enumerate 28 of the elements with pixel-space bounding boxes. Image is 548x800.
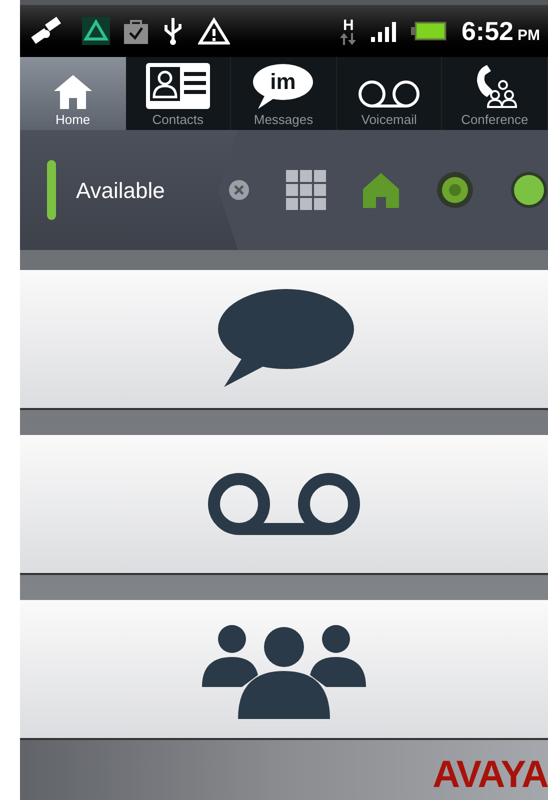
clock-time: 6:52	[461, 14, 514, 48]
warning-icon	[198, 17, 230, 45]
contact-card-icon	[146, 63, 210, 109]
home-icon	[54, 75, 92, 109]
shopping-bag-icon	[124, 18, 148, 44]
nav-tab[interactable]: Contacts	[126, 57, 232, 130]
im-label: im	[270, 69, 296, 94]
nav-tab[interactable]: Home	[20, 57, 126, 130]
feature-tile[interactable]	[20, 270, 548, 410]
nav-tab[interactable]: im Messages	[231, 57, 337, 130]
home-icon[interactable]	[362, 171, 400, 209]
battery-icon	[411, 21, 448, 41]
data-arrows-icon	[339, 32, 358, 44]
voicemail-icon	[357, 79, 422, 109]
usb-icon	[162, 16, 184, 46]
voicemail-icon	[207, 472, 361, 536]
feature-tile[interactable]	[20, 600, 548, 740]
feature-tile[interactable]	[20, 435, 548, 575]
presence-dot-icon[interactable]	[510, 171, 548, 209]
presence-status[interactable]: Available	[76, 174, 165, 206]
brand-logo: AVAYA	[432, 756, 548, 794]
triangle-app-icon	[82, 17, 110, 45]
signal-icon	[371, 20, 398, 42]
clock-meridiem: PM	[518, 26, 540, 46]
grid-icon[interactable]	[286, 170, 326, 210]
network-type: H	[343, 18, 354, 32]
status-button-icon[interactable]	[436, 171, 474, 209]
close-icon[interactable]	[228, 179, 250, 201]
